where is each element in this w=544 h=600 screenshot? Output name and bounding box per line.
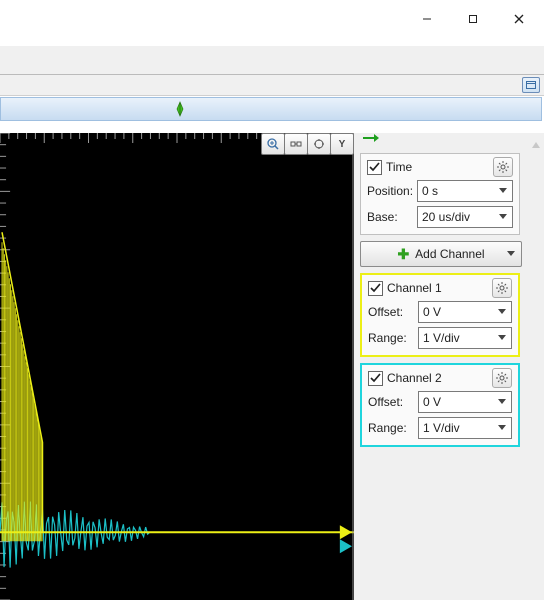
- channel2-range-label: Range:: [368, 421, 414, 435]
- add-channel-button[interactable]: ✚ Add Channel: [360, 241, 522, 267]
- dock-toggle-button[interactable]: [522, 77, 540, 93]
- time-base-label: Base:: [367, 210, 413, 224]
- channel2-settings-button[interactable]: [492, 368, 512, 388]
- zoom-fit-button[interactable]: [307, 133, 331, 155]
- y-axis-label: Y: [339, 139, 346, 150]
- channel1-enable-checkbox[interactable]: [368, 281, 383, 296]
- titlebar: [0, 0, 544, 36]
- close-button[interactable]: [496, 4, 542, 34]
- menubar: [0, 46, 544, 75]
- channel1-offset-label: Offset:: [368, 305, 414, 319]
- zoom-previous-button[interactable]: [284, 133, 308, 155]
- time-position-value: 0 s: [422, 184, 438, 198]
- time-panel: Time Position: 0 s Base: 20 us/div: [360, 153, 520, 235]
- trigger-marker-icon[interactable]: [174, 101, 186, 120]
- time-enable-checkbox[interactable]: [367, 160, 382, 175]
- channel1-offset-value: 0 V: [423, 305, 441, 319]
- time-settings-button[interactable]: [493, 157, 513, 177]
- scope-toolbar: Y: [262, 133, 354, 155]
- channel1-title: Channel 1: [387, 281, 442, 295]
- channel2-title: Channel 2: [387, 371, 442, 385]
- dock-row: [0, 75, 544, 96]
- maximize-button[interactable]: [450, 4, 496, 34]
- dropdown-caret-icon[interactable]: [507, 251, 515, 256]
- channel1-range-select[interactable]: 1 V/div: [418, 327, 512, 349]
- channel1-settings-button[interactable]: [492, 278, 512, 298]
- channel2-panel: Channel 2 Offset: 0 V Range: 1 V/div: [360, 363, 520, 447]
- channel1-range-label: Range:: [368, 331, 414, 345]
- channel2-offset-label: Offset:: [368, 395, 414, 409]
- channel1-range-value: 1 V/div: [423, 331, 460, 345]
- zoom-in-button[interactable]: [261, 133, 285, 155]
- time-position-label: Position:: [367, 184, 413, 198]
- scope-area: Y: [0, 133, 354, 600]
- channel1-panel: Channel 1 Offset: 0 V Range: 1 V/div: [360, 273, 520, 357]
- scroll-up-icon[interactable]: [530, 139, 542, 154]
- time-base-value: 20 us/div: [422, 210, 470, 224]
- channel2-offset-select[interactable]: 0 V: [418, 391, 512, 413]
- channel1-offset-select[interactable]: 0 V: [418, 301, 512, 323]
- y-axis-button[interactable]: Y: [330, 133, 354, 155]
- minimize-button[interactable]: [404, 4, 450, 34]
- add-channel-label: Add Channel: [415, 247, 484, 261]
- channel2-offset-value: 0 V: [423, 395, 441, 409]
- oscilloscope-plot[interactable]: [0, 133, 354, 600]
- plus-icon: ✚: [397, 247, 409, 261]
- time-position-select[interactable]: 0 s: [417, 180, 513, 202]
- channel2-range-value: 1 V/div: [423, 421, 460, 435]
- time-panel-title: Time: [386, 160, 412, 174]
- time-position-strip[interactable]: [0, 97, 542, 121]
- channel2-range-select[interactable]: 1 V/div: [418, 417, 512, 439]
- run-indicator-icon: [362, 132, 380, 147]
- channel2-enable-checkbox[interactable]: [368, 371, 383, 386]
- time-base-select[interactable]: 20 us/div: [417, 206, 513, 228]
